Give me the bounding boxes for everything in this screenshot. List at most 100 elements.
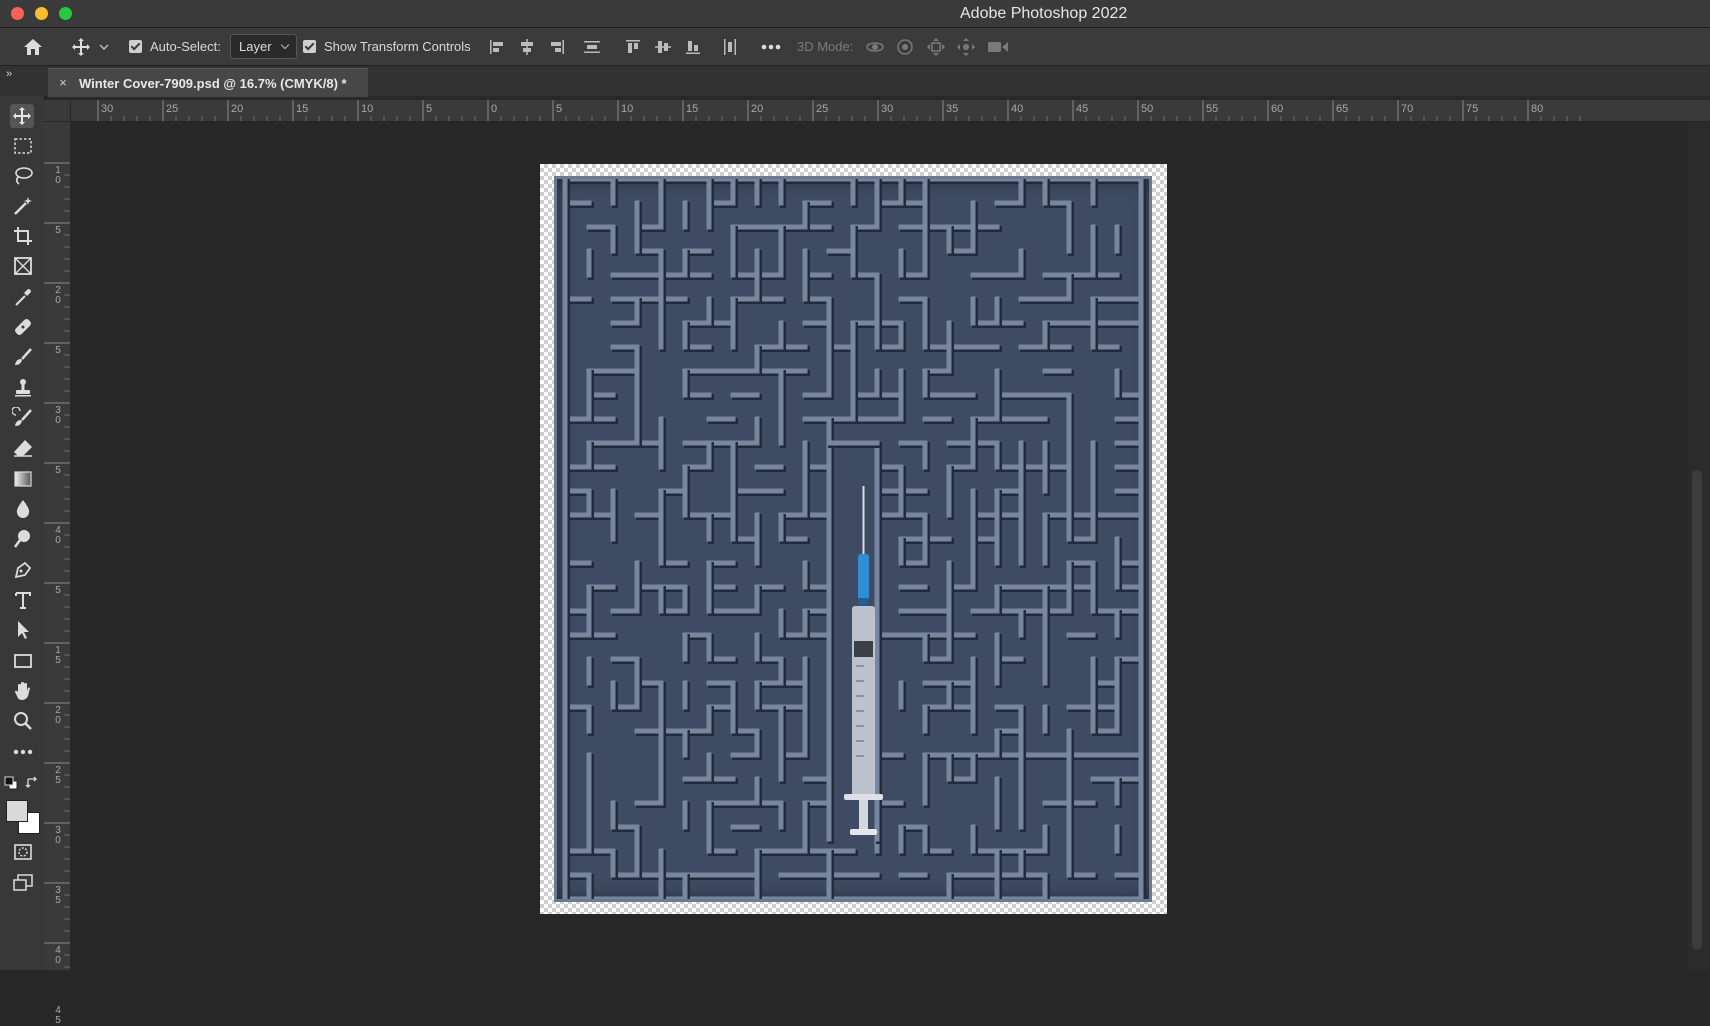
ruler-label: 25 [55,765,61,786]
align-left-icon [490,39,503,54]
3d-pan-icon [927,37,945,56]
3d-roll-button[interactable] [896,28,914,65]
gradient-tool[interactable] [12,468,34,490]
3d-orbit-button[interactable] [865,28,885,65]
eyedropper-icon [15,289,31,306]
ruler-label: 5 [55,465,61,476]
clone-stamp-icon [15,379,31,397]
3d-slide-icon [957,37,975,56]
3d-scale-button[interactable] [987,28,1009,65]
path-selection-icon [18,621,29,639]
screen-mode-button[interactable] [12,872,34,894]
more-options-button[interactable] [760,28,782,65]
lasso-icon [15,167,33,185]
ruler-origin[interactable] [44,100,71,122]
ruler-label: 15 [55,645,61,666]
crop-tool[interactable] [12,225,34,247]
distribute-vertical-button[interactable] [583,28,601,65]
hand-tool[interactable] [12,680,34,702]
healing-brush-tool[interactable] [12,316,34,338]
rectangular-marquee-tool[interactable] [12,135,34,157]
color-swatches[interactable] [6,800,40,834]
history-brush-icon [11,406,32,426]
align-vertical-centers-button[interactable] [654,28,672,65]
magic-wand-icon [14,197,32,215]
rectangle-tool[interactable] [12,650,34,672]
swap-colors-icon [25,776,37,788]
move-tool-preset-button[interactable] [70,28,110,65]
path-selection-tool[interactable] [12,619,34,641]
auto-select-target-dropdown[interactable]: Layer [230,34,297,59]
maximize-window-button[interactable] [59,7,72,20]
default-colors-button[interactable] [4,776,18,790]
align-right-edges-button[interactable] [548,28,566,65]
default-colors-icon [4,776,18,790]
align-horizontal-centers-button[interactable] [518,28,536,65]
ruler-label: 5 [556,103,563,115]
move-tool[interactable] [10,104,34,128]
quick-mask-button[interactable] [12,841,34,863]
hand-icon [15,682,30,700]
chevron-down-icon [99,43,109,50]
align-bottom-edges-button[interactable] [684,28,702,65]
vertical-scrollbar-thumb[interactable] [1692,470,1702,950]
minimize-window-button[interactable] [35,7,48,20]
ruler-label: 20 [231,103,244,115]
swap-colors-button[interactable] [25,776,39,790]
close-window-button[interactable] [11,7,24,20]
move-tool-icon [13,107,31,125]
align-bottom-icon [686,40,700,54]
move-icon [72,37,90,56]
align-left-edges-button[interactable] [488,28,506,65]
more-tools-icon [13,749,33,755]
magic-wand-tool[interactable] [12,195,34,217]
ruler-label: 60 [1271,103,1284,115]
align-vcenter-icon [655,40,671,53]
dodge-tool[interactable] [12,528,34,550]
ruler-label: 25 [166,103,179,115]
ruler-label: 40 [55,525,61,546]
ruler-label: 20 [751,103,764,115]
clone-stamp-tool[interactable] [12,377,34,399]
home-button[interactable] [22,28,44,65]
foreground-color-swatch[interactable] [6,800,28,822]
pen-tool[interactable] [12,559,34,581]
ruler-label: 5 [55,225,61,236]
panel-collapse-toggle[interactable]: » [0,66,44,96]
align-top-edges-button[interactable] [624,28,642,65]
document-tab[interactable]: × Winter Cover-7909.psd @ 16.7% (CMYK/8)… [48,68,368,97]
show-transform-checkbox[interactable]: Show Transform Controls [303,28,471,65]
auto-select-label: Auto-Select: [150,39,221,54]
auto-select-check-icon [129,40,142,53]
lasso-tool[interactable] [12,165,34,187]
blur-icon [16,500,30,518]
blur-tool[interactable] [12,498,34,520]
brush-tool[interactable] [12,346,34,368]
frame-tool[interactable] [12,255,34,277]
eyedropper-tool[interactable] [12,286,34,308]
more-tools-button[interactable] [12,741,34,763]
eraser-tool[interactable] [12,437,34,459]
ruler-label: 0 [491,103,498,115]
align-hcenter-icon [521,38,533,55]
ruler-label: 15 [686,103,699,115]
document-canvas[interactable] [540,164,1167,914]
type-tool[interactable] [12,589,34,611]
syringe-image [844,486,883,835]
auto-select-checkbox[interactable]: Auto-Select: [129,28,221,65]
zoom-tool[interactable] [12,710,34,732]
ruler-label: 50 [1141,103,1154,115]
3d-mode-label: 3D Mode: [797,39,854,54]
close-tab-icon[interactable]: × [56,76,70,90]
zoom-icon [14,712,32,730]
vertical-ruler: 10 5 20 5 30 5 40 5 15 20 25 30 35 40 45 [44,121,71,1026]
3d-slide-button[interactable] [956,28,976,65]
type-icon [15,592,31,609]
3d-pan-button[interactable] [926,28,946,65]
document-tab-title: Winter Cover-7909.psd @ 16.7% (CMYK/8) * [79,75,347,91]
ruler-label: 80 [1531,103,1544,115]
ruler-label: 10 [361,103,374,115]
distribute-horizontal-button[interactable] [721,28,739,65]
history-brush-tool[interactable] [11,406,34,429]
ruler-label: 75 [1466,103,1479,115]
